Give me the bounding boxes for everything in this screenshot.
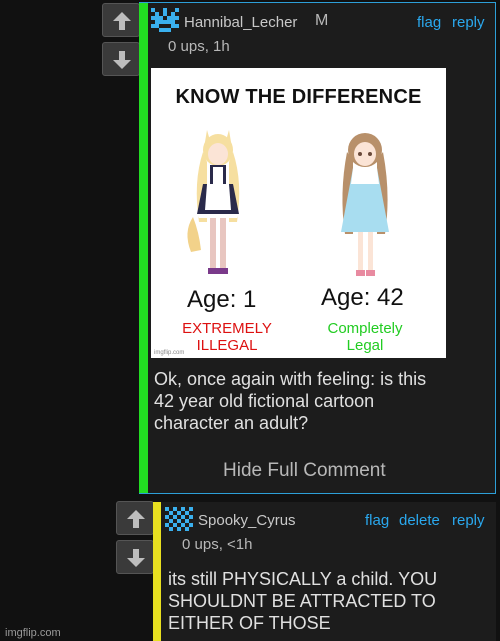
upvote-button[interactable] [102, 3, 140, 37]
left-age-label: Age: 1 [187, 286, 257, 313]
downvote-button[interactable] [116, 540, 154, 574]
thread-depth-bar [139, 3, 148, 493]
comment-body-line: character an adult? [154, 413, 309, 433]
meme-image[interactable]: KNOW THE DIFFERENCE Age: 1 Age: 42 EXTRE… [151, 68, 446, 358]
comment-body-line: its still PHYSICALLY a child. YOU [168, 569, 438, 589]
right-verdict-line2: Legal [346, 337, 384, 354]
left-verdict-line1: EXTREMELY [182, 320, 272, 337]
comment-body: Ok, once again with feeling: is this 42 … [154, 368, 484, 434]
upvote-button[interactable] [116, 501, 154, 535]
pixel-avatar-icon[interactable] [151, 7, 179, 33]
comment-body-line: Ok, once again with feeling: is this [154, 369, 427, 389]
thread-depth-bar [153, 502, 161, 641]
downvote-button[interactable] [102, 42, 140, 76]
username-link[interactable]: Hannibal_Lecher [184, 14, 297, 31]
mod-badge: M [315, 12, 329, 29]
arrow-up-icon [113, 12, 131, 30]
pixel-avatar-icon[interactable] [165, 506, 193, 532]
arrow-down-icon [127, 549, 145, 567]
right-verdict-line1: Completely [327, 320, 403, 337]
comment-body-line: 42 year old fictional cartoon [154, 391, 375, 411]
comment-meta: 0 ups, <1h [182, 536, 253, 553]
flag-link[interactable]: flag [365, 512, 389, 529]
imgflip-watermark: imgflip.com [5, 627, 61, 639]
reply-link[interactable]: reply [452, 512, 485, 529]
right-age-label: Age: 42 [321, 284, 404, 311]
arrow-down-icon [113, 51, 131, 69]
anime-girl-blue-dress-image [341, 133, 389, 276]
meme-watermark: imgflip.com [154, 350, 185, 356]
right-verdict: Completely Legal [315, 320, 415, 354]
anime-maid-character-image [187, 130, 240, 274]
comment-body: its still PHYSICALLY a child. YOU SHOULD… [168, 568, 490, 634]
hide-full-comment-button[interactable]: Hide Full Comment [223, 460, 386, 482]
delete-link[interactable]: delete [399, 512, 440, 529]
username-link[interactable]: Spooky_Cyrus [198, 512, 296, 529]
comment-body-line: EITHER OF THOSE [168, 613, 331, 633]
comment-meta: 0 ups, 1h [168, 38, 230, 55]
flag-link[interactable]: flag [417, 14, 441, 31]
arrow-up-icon [127, 510, 145, 528]
left-verdict: EXTREMELY ILLEGAL [179, 320, 275, 354]
meme-title: KNOW THE DIFFERENCE [175, 86, 422, 108]
left-verdict-line2: ILLEGAL [196, 337, 258, 354]
reply-link[interactable]: reply [452, 14, 485, 31]
comment-body-line: SHOULDNT BE ATTRACTED TO [168, 591, 436, 611]
